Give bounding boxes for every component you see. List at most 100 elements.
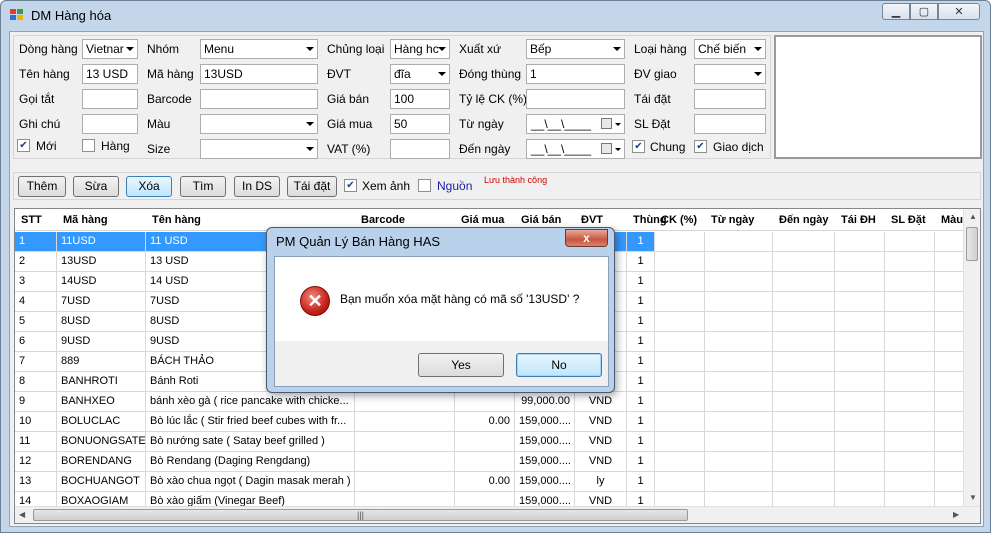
table-cell[interactable]: 99,000.00 bbox=[515, 392, 575, 412]
column-header[interactable]: ĐVT bbox=[581, 214, 603, 226]
xoa-button[interactable]: Xóa bbox=[126, 176, 172, 197]
close-button[interactable]: ✕ bbox=[938, 3, 980, 20]
table-cell[interactable]: 12 bbox=[15, 452, 57, 472]
table-cell[interactable]: 9 bbox=[15, 392, 57, 412]
in-ds-button[interactable]: In DS bbox=[234, 176, 280, 197]
table-cell[interactable]: 7USD bbox=[57, 292, 146, 312]
table-cell[interactable]: 159,000.... bbox=[515, 452, 575, 472]
table-cell[interactable] bbox=[835, 472, 885, 492]
column-header[interactable]: Giá mua bbox=[461, 214, 504, 226]
table-cell[interactable]: VND bbox=[575, 392, 627, 412]
dialog-close-button[interactable]: x bbox=[565, 229, 608, 247]
table-cell[interactable] bbox=[885, 232, 935, 252]
mau-select[interactable] bbox=[200, 114, 318, 134]
nhom-select[interactable]: Menu bbox=[200, 39, 318, 59]
table-cell[interactable]: 159,000.... bbox=[515, 412, 575, 432]
table-cell[interactable] bbox=[885, 252, 935, 272]
table-row[interactable]: 11 BONUONGSATE Bò nướng sate ( Satay beef … bbox=[15, 432, 975, 452]
table-cell[interactable] bbox=[885, 352, 935, 372]
table-cell[interactable] bbox=[655, 272, 705, 292]
no-button[interactable]: No bbox=[516, 353, 602, 377]
ghi-chu-input[interactable] bbox=[82, 114, 138, 134]
chung-loai-select[interactable]: Hàng hc bbox=[390, 39, 450, 59]
table-cell[interactable] bbox=[835, 252, 885, 272]
tim-button[interactable]: Tìm bbox=[180, 176, 226, 197]
table-cell[interactable]: VND bbox=[575, 432, 627, 452]
table-cell[interactable] bbox=[835, 452, 885, 472]
table-cell[interactable] bbox=[655, 412, 705, 432]
scroll-left-icon[interactable]: ◀ bbox=[19, 510, 25, 519]
table-cell[interactable] bbox=[885, 312, 935, 332]
table-cell[interactable] bbox=[655, 312, 705, 332]
title-bar[interactable]: DM Hàng hóa ▁ ▢ ✕ bbox=[1, 1, 990, 29]
table-cell[interactable]: BOCHUANGOT bbox=[57, 472, 146, 492]
barcode-input[interactable] bbox=[200, 89, 318, 109]
table-cell[interactable]: 1 bbox=[627, 332, 655, 352]
table-cell[interactable] bbox=[705, 232, 773, 252]
dong-hang-select[interactable]: Vietnar bbox=[82, 39, 138, 59]
gia-mua-input[interactable]: 50 bbox=[390, 114, 450, 134]
table-cell[interactable]: 1 bbox=[627, 312, 655, 332]
table-cell[interactable]: 159,000.... bbox=[515, 432, 575, 452]
ten-hang-input[interactable]: 13 USD bbox=[82, 64, 138, 84]
table-cell[interactable] bbox=[773, 392, 835, 412]
scroll-up-icon[interactable]: ▲ bbox=[969, 212, 977, 221]
table-cell[interactable]: 0.00 bbox=[455, 412, 515, 432]
table-row[interactable]: 9 BANHXEO bánh xèo gà ( rice pancake with … bbox=[15, 392, 975, 412]
maximize-button[interactable]: ▢ bbox=[910, 3, 938, 20]
table-cell[interactable] bbox=[655, 372, 705, 392]
table-cell[interactable]: 1 bbox=[627, 372, 655, 392]
table-cell[interactable] bbox=[835, 332, 885, 352]
table-cell[interactable] bbox=[773, 312, 835, 332]
table-cell[interactable]: 1 bbox=[627, 252, 655, 272]
table-cell[interactable] bbox=[835, 372, 885, 392]
table-cell[interactable] bbox=[705, 332, 773, 352]
table-cell[interactable] bbox=[705, 412, 773, 432]
table-cell[interactable]: 1 bbox=[627, 452, 655, 472]
column-header[interactable]: Tái ĐH bbox=[841, 214, 876, 226]
scroll-right-icon[interactable]: ▶ bbox=[953, 510, 959, 519]
table-row[interactable]: 12 BORENDANG Bò Rendang (Daging Rengdang) 1… bbox=[15, 452, 975, 472]
yes-button[interactable]: Yes bbox=[418, 353, 504, 377]
table-cell[interactable] bbox=[885, 472, 935, 492]
table-cell[interactable]: Bò lúc lắc ( Stir fried beef cubes with … bbox=[146, 412, 355, 432]
table-cell[interactable] bbox=[655, 452, 705, 472]
table-cell[interactable] bbox=[885, 272, 935, 292]
table-cell[interactable]: BONUONGSATE bbox=[57, 432, 146, 452]
table-cell[interactable] bbox=[773, 292, 835, 312]
table-cell[interactable]: 8 bbox=[15, 372, 57, 392]
column-header[interactable]: Mã hàng bbox=[63, 214, 108, 226]
table-cell[interactable]: Bò Rendang (Daging Rengdang) bbox=[146, 452, 355, 472]
minimize-button[interactable]: ▁ bbox=[882, 3, 910, 20]
size-select[interactable] bbox=[200, 139, 318, 159]
column-header[interactable]: SL Đặt bbox=[891, 214, 926, 226]
table-row[interactable]: 10 BOLUCLAC Bò lúc lắc ( Stir fried beef c… bbox=[15, 412, 975, 432]
table-cell[interactable] bbox=[835, 352, 885, 372]
column-header[interactable]: Đến ngày bbox=[779, 214, 829, 226]
dvt-select[interactable]: đĩa bbox=[390, 64, 450, 84]
table-cell[interactable]: bánh xèo gà ( rice pancake with chicke..… bbox=[146, 392, 355, 412]
giao-dich-checkbox[interactable]: ✔ bbox=[694, 140, 707, 153]
table-cell[interactable] bbox=[885, 372, 935, 392]
table-cell[interactable] bbox=[705, 452, 773, 472]
table-cell[interactable]: 4 bbox=[15, 292, 57, 312]
table-cell[interactable]: 1 bbox=[627, 412, 655, 432]
table-row[interactable]: 13 BOCHUANGOT Bò xào chua ngọt ( Dagin mas… bbox=[15, 472, 975, 492]
hang-checkbox[interactable] bbox=[82, 139, 95, 152]
table-cell[interactable] bbox=[773, 372, 835, 392]
table-cell[interactable] bbox=[355, 452, 455, 472]
table-cell[interactable] bbox=[455, 452, 515, 472]
table-cell[interactable] bbox=[885, 432, 935, 452]
table-cell[interactable]: VND bbox=[575, 452, 627, 472]
nguon-checkbox[interactable] bbox=[418, 179, 431, 192]
table-cell[interactable]: 1 bbox=[627, 432, 655, 452]
table-cell[interactable]: 1 bbox=[627, 352, 655, 372]
table-cell[interactable] bbox=[885, 292, 935, 312]
table-cell[interactable] bbox=[773, 412, 835, 432]
tu-ngay-datepicker[interactable]: __\__\____ bbox=[526, 114, 625, 134]
ma-hang-input[interactable]: 13USD bbox=[200, 64, 318, 84]
table-cell[interactable]: 11 bbox=[15, 432, 57, 452]
table-cell[interactable] bbox=[885, 392, 935, 412]
table-cell[interactable] bbox=[455, 432, 515, 452]
table-cell[interactable] bbox=[655, 472, 705, 492]
